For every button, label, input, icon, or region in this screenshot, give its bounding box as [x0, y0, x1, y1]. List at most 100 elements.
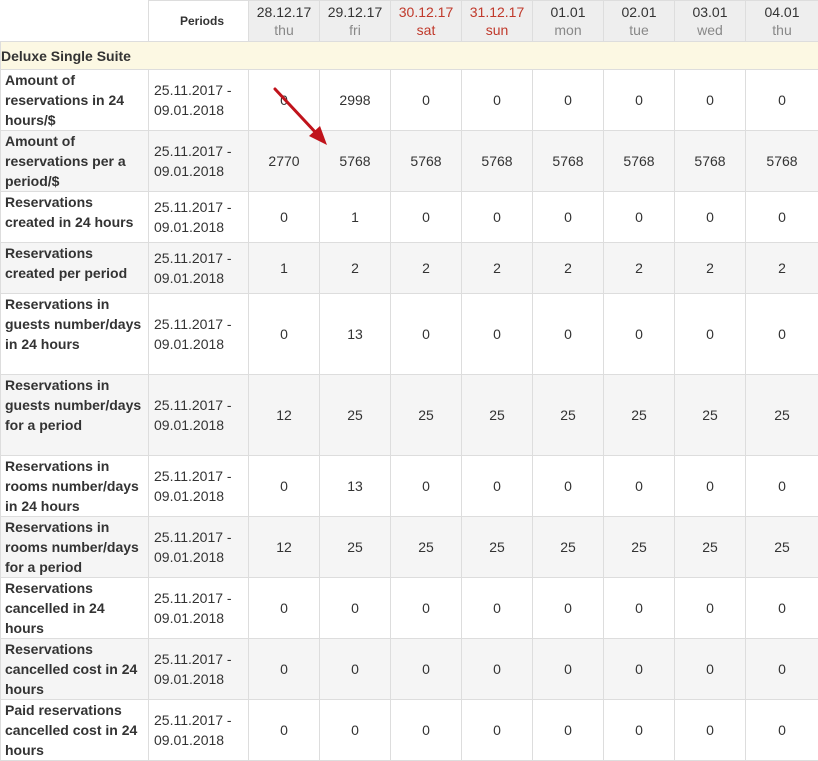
value-cell: 0	[248, 638, 320, 700]
value-cell: 0	[745, 191, 818, 243]
date-label: 31.12.17	[469, 4, 525, 20]
value-cell: 0	[674, 699, 746, 761]
value-cell: 0	[745, 293, 818, 375]
row-label: Reservations in guests number/days in 24…	[0, 293, 149, 375]
value-cell: 0	[248, 455, 320, 517]
value-cell: 12	[248, 516, 320, 578]
row-period: 25.11.2017 - 09.01.2018	[148, 130, 249, 192]
value-cell: 0	[248, 577, 320, 639]
value-cell: 25	[390, 516, 462, 578]
value-cell: 0	[532, 577, 604, 639]
value-cell: 0	[319, 577, 391, 639]
row-label: Amount of reservations in 24 hours/$	[0, 69, 149, 131]
value-cell: 0	[390, 293, 462, 375]
date-label: 02.01	[621, 4, 657, 20]
value-cell: 0	[674, 191, 746, 243]
row-label: Reservations in rooms number/days in 24 …	[0, 455, 149, 517]
date-label: 01.01	[550, 4, 586, 20]
empty-corner	[1, 1, 149, 42]
value-cell: 0	[745, 577, 818, 639]
value-cell: 25	[390, 374, 462, 456]
row-label: Amount of reservations per a period/$	[0, 130, 149, 192]
date-label: 03.01	[692, 4, 728, 20]
row-period: 25.11.2017 - 09.01.2018	[148, 455, 249, 517]
weekday-label: mon	[554, 22, 582, 38]
value-cell: 0	[745, 455, 818, 517]
value-cell: 25	[319, 516, 391, 578]
header-row: Periods 28.12.17 thu 29.12.17 fri 30.12.17 sa…	[1, 0, 818, 42]
weekday-label: wed	[697, 22, 723, 38]
value-cell: 25	[745, 516, 818, 578]
value-cell: 0	[532, 699, 604, 761]
value-cell: 5768	[674, 130, 746, 192]
table-row: Reservations in rooms number/days in 24 …	[0, 455, 818, 517]
value-cell: 0	[461, 191, 533, 243]
value-cell: 5768	[603, 130, 675, 192]
value-cell: 0	[390, 455, 462, 517]
value-cell: 0	[319, 699, 391, 761]
value-cell: 0	[745, 638, 818, 700]
value-cell: 0	[390, 699, 462, 761]
value-cell: 0	[532, 638, 604, 700]
value-cell: 12	[248, 374, 320, 456]
periods-header: Periods	[148, 0, 249, 42]
row-period: 25.11.2017 - 09.01.2018	[148, 577, 249, 639]
value-cell: 2	[319, 242, 391, 294]
table-row: Reservations in rooms number/days for a …	[0, 516, 818, 578]
value-cell: 0	[603, 638, 675, 700]
date-header-6: 03.01 wed	[674, 0, 746, 42]
row-label: Reservations created in 24 hours	[0, 191, 149, 243]
table-row: Reservations cancelled cost in 24 hours 2…	[0, 638, 818, 700]
value-cell: 0	[532, 191, 604, 243]
value-cell: 0	[319, 638, 391, 700]
statistics-table: Periods 28.12.17 thu 29.12.17 fri 30.12.17 sa…	[0, 0, 818, 761]
value-cell: 0	[461, 699, 533, 761]
date-header-5: 02.01 tue	[603, 0, 675, 42]
date-label: 29.12.17	[327, 4, 383, 20]
value-cell: 2998	[319, 69, 391, 131]
value-cell: 13	[319, 293, 391, 375]
value-cell: 2	[603, 242, 675, 294]
date-label: 28.12.17	[256, 4, 312, 20]
row-label: Reservations cancelled in 24 hours	[0, 577, 149, 639]
date-header-1: 29.12.17 fri	[319, 0, 391, 42]
table-row: Amount of reservations per a period/$ 25.…	[0, 130, 818, 192]
value-cell: 2	[390, 242, 462, 294]
value-cell: 0	[674, 455, 746, 517]
value-cell: 0	[674, 69, 746, 131]
value-cell: 2	[532, 242, 604, 294]
table-row: Reservations in guests number/days for a…	[0, 374, 818, 456]
value-cell: 0	[532, 455, 604, 517]
row-period: 25.11.2017 - 09.01.2018	[148, 293, 249, 375]
value-cell: 0	[461, 455, 533, 517]
value-cell: 25	[745, 374, 818, 456]
value-cell: 0	[603, 577, 675, 639]
weekday-label: sun	[485, 22, 509, 38]
row-period: 25.11.2017 - 09.01.2018	[148, 69, 249, 131]
value-cell: 0	[745, 69, 818, 131]
value-cell: 0	[390, 577, 462, 639]
weekday-label: fri	[349, 22, 361, 38]
value-cell: 0	[603, 191, 675, 243]
date-header-7: 04.01 thu	[745, 0, 818, 42]
value-cell: 0	[248, 699, 320, 761]
value-cell: 0	[603, 69, 675, 131]
table-row: Paid reservations cancelled cost in 24 h…	[0, 699, 818, 761]
row-label: Reservations in guests number/days for a…	[0, 374, 149, 456]
value-cell: 0	[248, 293, 320, 375]
value-cell: 25	[674, 516, 746, 578]
value-cell: 25	[532, 516, 604, 578]
row-label: Reservations in rooms number/days for a …	[0, 516, 149, 578]
value-cell: 25	[319, 374, 391, 456]
date-header-2: 30.12.17 sat	[390, 0, 462, 42]
row-label: Paid reservations cancelled cost in 24 h…	[0, 699, 149, 761]
value-cell: 0	[674, 577, 746, 639]
value-cell: 0	[461, 293, 533, 375]
value-cell: 5768	[390, 130, 462, 192]
value-cell: 0	[461, 69, 533, 131]
row-period: 25.11.2017 - 09.01.2018	[148, 516, 249, 578]
value-cell: 25	[603, 516, 675, 578]
value-cell: 1	[248, 242, 320, 294]
row-label: Reservations created per period	[0, 242, 149, 294]
row-period: 25.11.2017 - 09.01.2018	[148, 638, 249, 700]
